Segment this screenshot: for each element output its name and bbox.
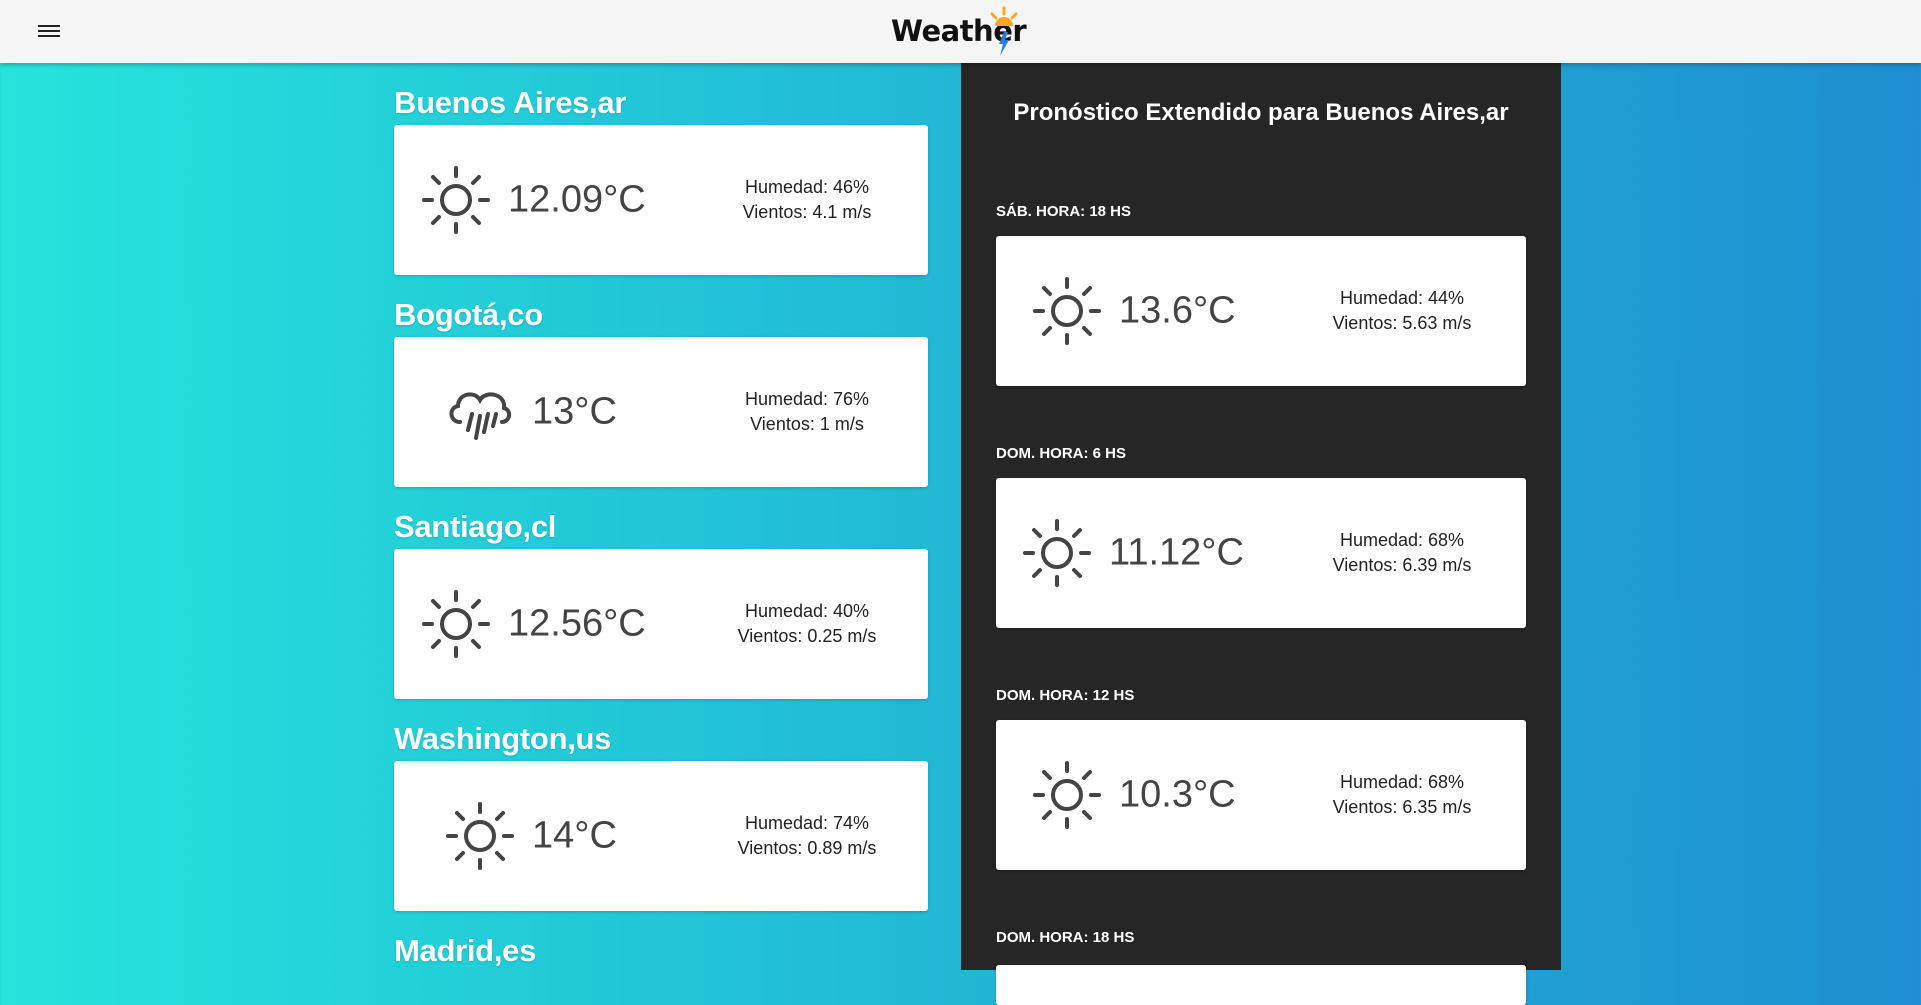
forecast-card[interactable]: 13.6°C Humedad: 44% Vientos: 5.63 m/s	[996, 236, 1526, 386]
sun-icon	[1021, 517, 1093, 589]
temperature: 11.12°C	[1109, 531, 1244, 574]
app-bar: Weather	[0, 0, 1921, 63]
temperature: 13°C	[532, 390, 617, 433]
city-weather-card[interactable]: 12.09°C Humedad: 46% Vientos: 4.1 m/s	[394, 125, 928, 275]
humidity-text: Humedad: 44%	[1339, 288, 1465, 308]
forecast-card[interactable]: 10.3°C Humedad: 68% Vientos: 6.35 m/s	[996, 720, 1526, 870]
sun-icon	[420, 588, 492, 660]
temperature: 10.3°C	[1119, 773, 1236, 816]
city-name[interactable]: Buenos Aires,ar	[394, 85, 626, 121]
weather-details: Humedad: 68% Vientos: 6.39 m/s	[1317, 528, 1487, 578]
forecast-card[interactable]	[996, 965, 1526, 1005]
humidity-text: Humedad: 76%	[744, 389, 870, 409]
wind-text: Vientos: 6.35 m/s	[1332, 797, 1472, 817]
forecast-time-label: SÁB. HORA: 18 HS	[996, 203, 1132, 220]
temperature: 13.6°C	[1119, 289, 1236, 332]
wind-text: Vientos: 4.1 m/s	[742, 202, 872, 222]
wind-text: Vientos: 6.39 m/s	[1332, 555, 1472, 575]
city-name[interactable]: Madrid,es	[394, 933, 536, 969]
temperature: 12.56°C	[508, 602, 646, 645]
wind-text: Vientos: 1 m/s	[750, 414, 864, 434]
city-weather-card[interactable]: 14°C Humedad: 74% Vientos: 0.89 m/s	[394, 761, 928, 911]
city-name[interactable]: Santiago,cl	[394, 509, 556, 545]
city-name[interactable]: Bogotá,co	[394, 297, 543, 333]
weather-details: Humedad: 40% Vientos: 0.25 m/s	[722, 599, 892, 649]
rain-cloud-icon	[444, 376, 516, 448]
humidity-text: Humedad: 68%	[1339, 772, 1465, 792]
forecast-time-label: DOM. HORA: 6 HS	[996, 445, 1127, 462]
sun-lightning-icon	[990, 6, 1018, 56]
wind-text: Vientos: 5.63 m/s	[1332, 313, 1472, 333]
weather-details: Humedad: 68% Vientos: 6.35 m/s	[1317, 770, 1487, 820]
humidity-text: Humedad: 68%	[1339, 530, 1465, 550]
sun-icon	[420, 164, 492, 236]
weather-details: Humedad: 74% Vientos: 0.89 m/s	[722, 811, 892, 861]
forecast-panel: Pronóstico Extendido para Buenos Aires,a…	[961, 63, 1561, 1005]
sun-icon	[444, 800, 516, 872]
sun-icon	[1031, 759, 1103, 831]
temperature: 14°C	[532, 814, 617, 857]
weather-details: Humedad: 76% Vientos: 1 m/s	[722, 387, 892, 437]
forecast-time-label: DOM. HORA: 12 HS	[996, 687, 1135, 704]
forecast-title: Pronóstico Extendido para Buenos Aires,a…	[1013, 99, 1509, 126]
city-weather-card[interactable]: 12.56°C Humedad: 40% Vientos: 0.25 m/s	[394, 549, 928, 699]
humidity-text: Humedad: 46%	[744, 177, 870, 197]
wind-text: Vientos: 0.89 m/s	[737, 838, 877, 858]
humidity-text: Humedad: 40%	[744, 601, 870, 621]
humidity-text: Humedad: 74%	[744, 813, 870, 833]
menu-icon[interactable]	[38, 22, 60, 40]
temperature: 12.09°C	[508, 178, 646, 221]
sun-icon	[1031, 275, 1103, 347]
wind-text: Vientos: 0.25 m/s	[737, 626, 877, 646]
weather-details: Humedad: 44% Vientos: 5.63 m/s	[1317, 286, 1487, 336]
app-logo[interactable]: Weather	[891, 6, 1031, 58]
city-weather-card[interactable]: 13°C Humedad: 76% Vientos: 1 m/s	[394, 337, 928, 487]
forecast-card[interactable]: 11.12°C Humedad: 68% Vientos: 6.39 m/s	[996, 478, 1526, 628]
forecast-time-label: DOM. HORA: 18 HS	[996, 929, 1135, 946]
weather-details: Humedad: 46% Vientos: 4.1 m/s	[722, 175, 892, 225]
city-name[interactable]: Washington,us	[394, 721, 611, 757]
